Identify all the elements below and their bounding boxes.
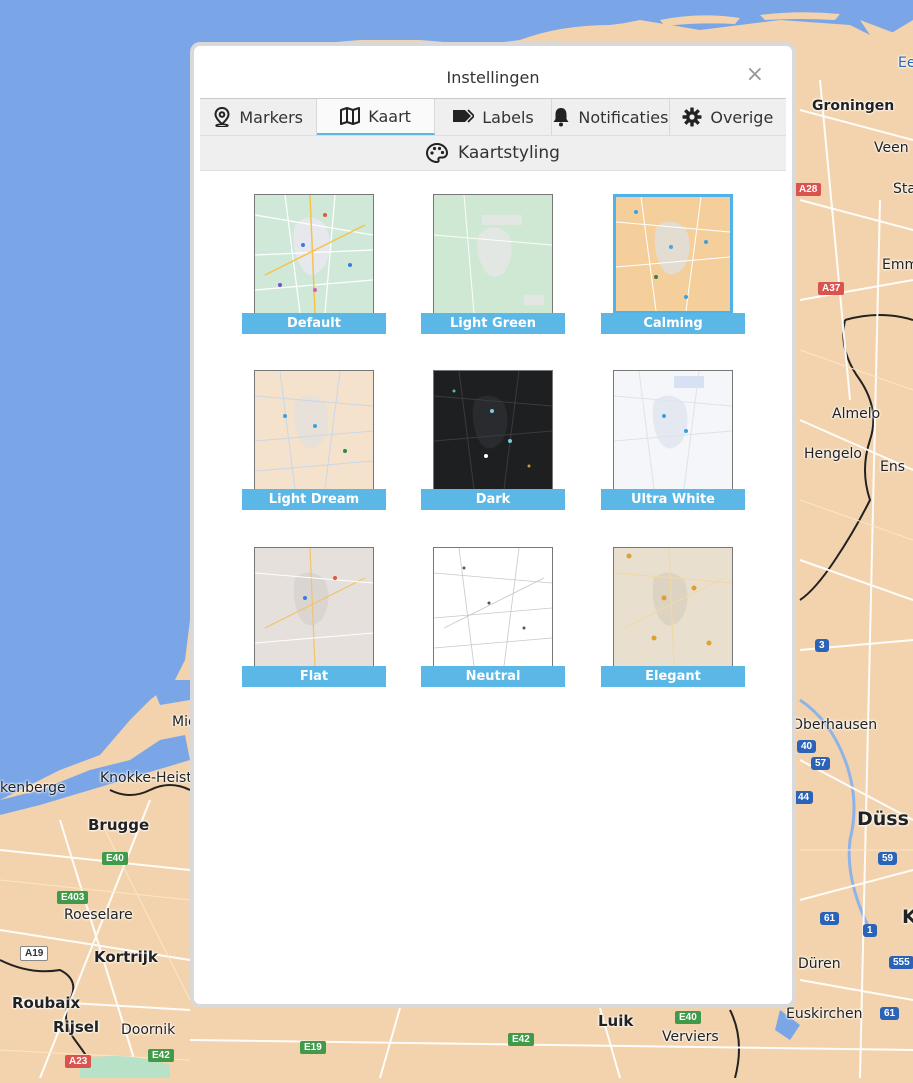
style-caption: Ultra White — [601, 489, 745, 510]
tab-kaartstyling[interactable]: Kaartstyling — [200, 135, 786, 171]
style-caption: Default — [242, 313, 386, 334]
map-place-label: Groningen — [812, 98, 895, 114]
map-place-label: Ee — [898, 55, 913, 71]
style-thumbnail — [433, 547, 553, 667]
style-caption: Light Green — [421, 313, 565, 334]
tab-label: Markers — [239, 107, 304, 127]
map-place-label: Roeselare — [64, 907, 133, 923]
map-style-dark[interactable]: Dark — [421, 368, 565, 510]
map-place-label: Oberhausen — [792, 717, 878, 733]
map-style-flat[interactable]: Flat — [242, 545, 386, 687]
settings-tabbar: Markers Kaart Labels Notificaties Overig… — [200, 98, 786, 183]
map-place-label: Luik — [598, 1012, 634, 1030]
style-caption: Dark — [421, 489, 565, 510]
map-place-label: Roubaix — [12, 994, 81, 1012]
map-pin-icon — [214, 107, 230, 127]
palette-icon — [426, 143, 449, 163]
tab-label: Notificaties — [578, 107, 669, 127]
map-place-label: Veen — [874, 140, 909, 156]
road-shield: A37 — [818, 282, 845, 295]
style-thumbnail — [613, 370, 733, 490]
map-place-label: Kortrijk — [94, 948, 158, 966]
tab-label: Kaart — [368, 106, 411, 126]
map-place-label: Rijsel — [53, 1018, 100, 1036]
style-caption: Light Dream — [242, 489, 386, 510]
map-place-label: Hengelo — [804, 446, 862, 462]
close-icon[interactable]: × — [746, 62, 764, 87]
main-tabs: Markers Kaart Labels Notificaties Overig… — [200, 99, 786, 135]
road-shield: E19 — [300, 1041, 326, 1054]
road-shield: A28 — [795, 183, 822, 196]
tab-notificaties[interactable]: Notificaties — [552, 99, 670, 135]
tab-kaart[interactable]: Kaart — [317, 99, 435, 135]
road-shield: A23 — [65, 1055, 92, 1068]
map-icon — [340, 107, 361, 125]
map-style-calming[interactable]: Calming — [601, 192, 745, 334]
road-shield: 40 — [797, 740, 817, 753]
road-shield: 555 — [889, 956, 913, 969]
map-style-light-dream[interactable]: Light Dream — [242, 368, 386, 510]
style-caption: Elegant — [601, 666, 745, 687]
road-shield: E40 — [675, 1011, 701, 1024]
style-thumbnail — [613, 547, 733, 667]
map-place-label: Düss — [857, 808, 909, 830]
settings-dialog: Instellingen × Markers Kaart Labels Noti… — [190, 42, 796, 1008]
tab-label: Overige — [710, 107, 774, 127]
style-thumbnail — [254, 370, 374, 490]
map-place-label: Brugge — [88, 816, 150, 834]
style-caption: Flat — [242, 666, 386, 687]
style-thumbnail — [433, 194, 553, 314]
road-shield: 3 — [815, 639, 829, 652]
style-thumbnail — [433, 370, 553, 490]
tab-markers[interactable]: Markers — [200, 99, 318, 135]
style-caption: Calming — [601, 313, 745, 334]
style-thumbnail — [613, 194, 733, 314]
subtab-label: Kaartstyling — [458, 143, 560, 163]
map-place-label: Ens — [880, 459, 906, 475]
map-style-neutral[interactable]: Neutral — [421, 545, 565, 687]
road-shield: 61 — [880, 1007, 900, 1020]
tab-overige[interactable]: Overige — [670, 99, 786, 135]
map-style-default[interactable]: Default — [242, 192, 386, 334]
map-place-label: Knokke-Heist — [100, 770, 192, 786]
map-place-label: Düren — [798, 956, 841, 972]
close-button[interactable]: × — [746, 62, 764, 87]
road-shield: E42 — [148, 1049, 174, 1062]
map-place-label: Verviers — [662, 1029, 719, 1045]
style-caption: Neutral — [421, 666, 565, 687]
map-place-label: K — [902, 906, 913, 928]
road-shield: E42 — [508, 1033, 534, 1046]
map-place-label: kenberge — [0, 780, 66, 796]
road-shield: 1 — [863, 924, 877, 937]
map-style-elegant[interactable]: Elegant — [601, 545, 745, 687]
tag-icon — [453, 109, 475, 123]
map-place-label: Sta — [893, 181, 913, 197]
road-shield: A19 — [20, 946, 49, 961]
map-style-ultra-white[interactable]: Ultra White — [601, 368, 745, 510]
road-shield: 59 — [878, 852, 898, 865]
map-place-label: Emm — [882, 257, 913, 273]
map-place-label: Doornik — [121, 1022, 176, 1038]
bell-icon — [553, 108, 569, 127]
style-thumbnail — [254, 194, 374, 314]
road-shield: E40 — [102, 852, 128, 865]
road-shield: 61 — [820, 912, 840, 925]
tab-labels[interactable]: Labels — [435, 99, 553, 135]
road-shield: 57 — [811, 757, 831, 770]
road-shield: 44 — [794, 791, 814, 804]
gear-icon — [682, 107, 702, 127]
map-place-label: Euskirchen — [786, 1006, 863, 1022]
tab-label: Labels — [482, 107, 534, 127]
map-place-label: Almelo — [832, 406, 881, 422]
style-thumbnail — [254, 547, 374, 667]
dialog-title: Instellingen — [446, 68, 540, 87]
map-style-light-green[interactable]: Light Green — [421, 192, 565, 334]
road-shield: E403 — [57, 891, 89, 904]
